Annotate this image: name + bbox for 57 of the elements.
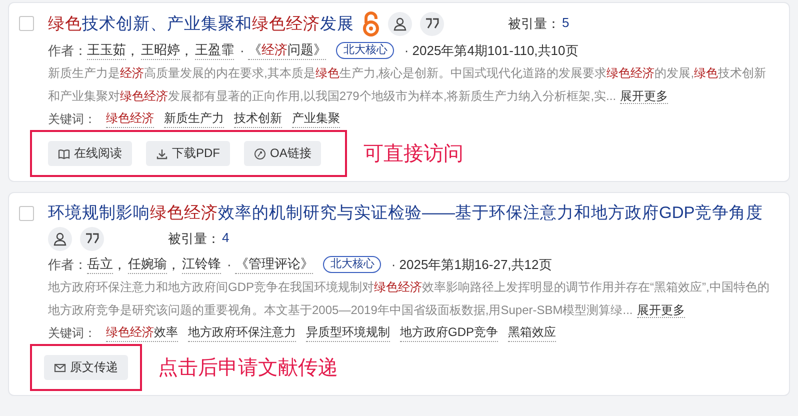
separator: ， <box>167 256 180 274</box>
mail-icon <box>54 362 66 374</box>
separator: · <box>227 257 232 272</box>
issue-info: · 2025年第4期101-110,共10页 <box>404 42 578 60</box>
keyword-link[interactable]: 产业集聚 <box>292 110 340 128</box>
keyword-link[interactable]: 异质型环境规制 <box>306 324 390 342</box>
author-icon[interactable] <box>388 12 412 36</box>
separator: ， <box>126 42 139 60</box>
cite-count[interactable]: 4 <box>222 230 230 248</box>
expand-link[interactable]: 展开更多 <box>620 89 668 104</box>
read-button[interactable]: 在线阅读 <box>48 141 132 166</box>
author-label: 作者： <box>48 256 87 274</box>
keyword-link[interactable]: 黑箱效应 <box>508 324 556 342</box>
abstract-text: 地方政府环保注意力和地方政府间GDP竞争在我国环境规制对绿色经济效率影响路径上发挥明显的调节作用并存在“黑箱效应”,中国特色的地方政府竞争是研究该问题的重要视角。本文基于2005—2019年中国省级面板数据,用Super-SBM模型测算绿... 展开更多 <box>48 279 770 320</box>
download-icon <box>156 148 168 160</box>
core-badge: 北大核心 <box>323 256 382 273</box>
journal-link[interactable]: 《经济问题》 <box>248 41 326 60</box>
abstract-text: 新质生产力是经济高质量发展的内在要求,其本质是绿色生产力,核心是创新。中国式现代化道路的发展要求绿色经济的发展,绿色技术创新和产业集聚对绿色经济发展都有显著的正向作用,以我国279个地级市为样本,将新质生产力纳入分析框架,实... 展开更多 <box>48 65 768 106</box>
cite-count[interactable]: 5 <box>562 15 570 33</box>
author-icon[interactable] <box>48 227 72 251</box>
separator: · <box>240 43 244 58</box>
issue-info: · 2025年第1期16-27,共12页 <box>391 256 552 274</box>
author-link[interactable]: 岳立 <box>87 255 113 274</box>
oa-link-button[interactable]: OA链接 <box>244 141 322 166</box>
keyword-link[interactable]: 绿色经济 <box>106 110 154 128</box>
keyword-link[interactable]: 技术创新 <box>234 110 282 128</box>
delivery-button[interactable]: 原文传递 <box>44 355 128 380</box>
separator: ， <box>180 42 193 60</box>
checkbox[interactable] <box>19 206 34 221</box>
keyword-link[interactable]: 绿色经济效率 <box>106 324 178 342</box>
cite-label: 被引量： <box>168 230 220 248</box>
author-label: 作者： <box>48 42 87 60</box>
author-link[interactable]: 任婉瑜 <box>128 255 167 274</box>
download-button[interactable]: 下载PDF <box>146 141 230 166</box>
author-link[interactable]: 王昭婷 <box>141 41 180 60</box>
separator: ， <box>113 256 126 274</box>
core-badge: 北大核心 <box>336 42 394 59</box>
link-icon <box>254 148 266 160</box>
annotation-text: 可直接访问 <box>363 142 464 167</box>
keyword-link[interactable]: 新质生产力 <box>164 110 224 128</box>
article-title[interactable]: 绿色技术创新、产业集聚和绿色经济发展 <box>48 12 354 36</box>
journal-link[interactable]: 《管理评论》 <box>235 255 314 274</box>
quote-icon[interactable] <box>80 227 104 251</box>
keyword-link[interactable]: 地方政府环保注意力 <box>188 324 296 342</box>
keyword-label: 关键词： <box>48 324 96 342</box>
author-link[interactable]: 江铃锋 <box>182 255 221 274</box>
quote-icon[interactable] <box>420 12 444 36</box>
article-title[interactable]: 环境规制影响绿色经济效率的机制研究与实证检验——基于环保注意力和地方政府GDP竞争角度 <box>48 201 763 225</box>
checkbox[interactable] <box>19 16 34 31</box>
expand-link[interactable]: 展开更多 <box>636 303 685 318</box>
author-link[interactable]: 王玉茹 <box>87 41 126 60</box>
annotation-text: 点击后申请文献传递 <box>158 356 338 381</box>
author-link[interactable]: 王盈霏 <box>195 41 234 60</box>
keyword-link[interactable]: 地方政府GDP竞争 <box>400 324 498 342</box>
book-icon <box>58 148 70 160</box>
cite-label: 被引量： <box>508 15 560 33</box>
keyword-label: 关键词： <box>48 110 96 128</box>
